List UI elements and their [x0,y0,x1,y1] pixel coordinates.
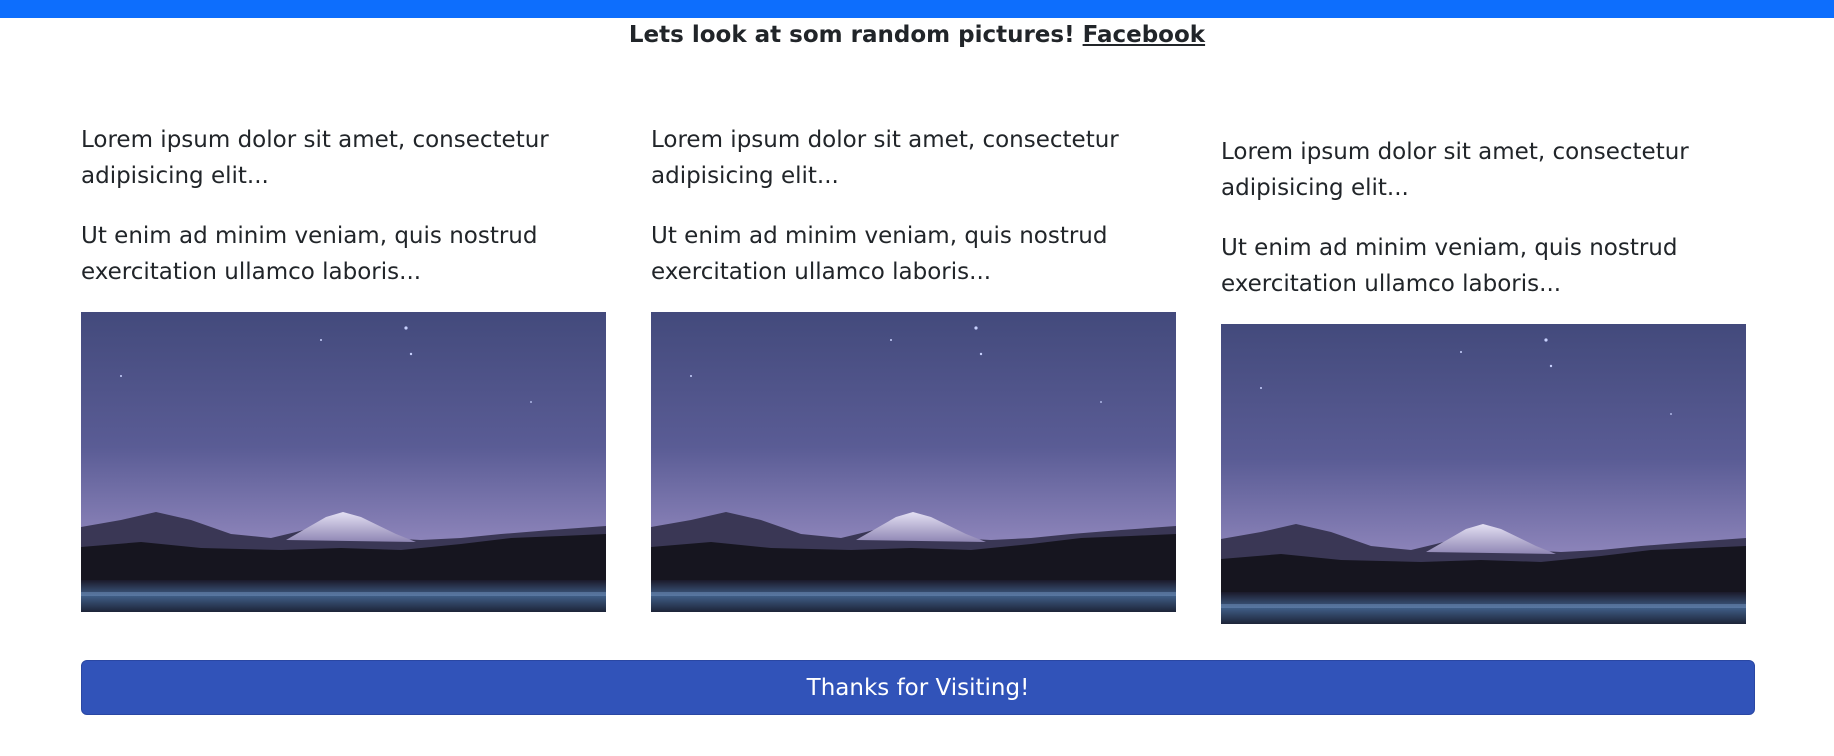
card-paragraph: Lorem ipsum dolor sit amet, consectetur … [651,127,1119,189]
card-2-image [651,312,1176,612]
card-2-text: Lorem ipsum dolor sit amet, consectetur … [651,122,1176,290]
top-bar [0,0,1834,18]
mountain-landscape-image [1221,324,1746,624]
thanks-button[interactable]: Thanks for Visiting! [81,660,1755,715]
card-paragraph: Ut enim ad minim veniam, quis nostrud ex… [1221,235,1678,297]
card-3-text: Lorem ipsum dolor sit amet, consectetur … [1221,134,1746,302]
page-headline: Lets look at som random pictures! Facebo… [0,20,1834,50]
mountain-landscape-image [81,312,606,612]
card-1-text: Lorem ipsum dolor sit amet, consectetur … [81,122,606,290]
headline-text: Lets look at som random pictures! [628,22,1075,48]
facebook-link[interactable]: Facebook [1083,22,1205,48]
card-3-image [1221,324,1746,624]
card-paragraph: Ut enim ad minim veniam, quis nostrud ex… [81,223,538,285]
card-paragraph: Ut enim ad minim veniam, quis nostrud ex… [651,223,1108,285]
card-paragraph: Lorem ipsum dolor sit amet, consectetur … [1221,139,1689,201]
mountain-landscape-image [651,312,1176,612]
card-1-image [81,312,606,612]
card-paragraph: Lorem ipsum dolor sit amet, consectetur … [81,127,549,189]
